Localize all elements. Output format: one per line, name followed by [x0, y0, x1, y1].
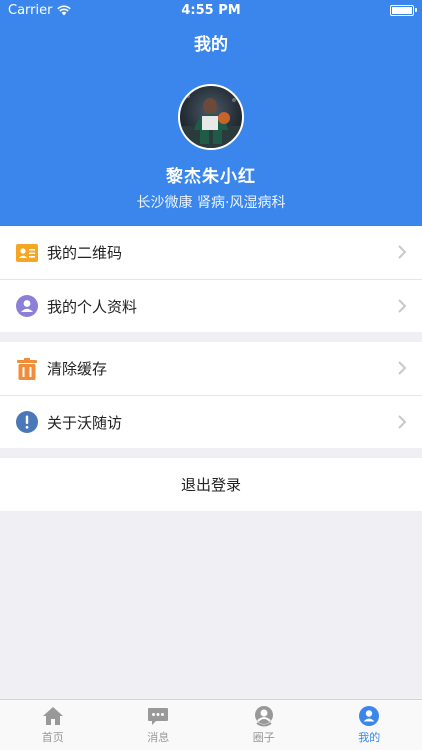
menu-label: 关于沃随访 — [47, 413, 123, 432]
qrcode-card-icon — [16, 242, 38, 264]
logout-button[interactable]: 退出登录 — [0, 458, 422, 511]
logout-group: 退出登录 — [0, 458, 422, 511]
chevron-right-icon — [398, 415, 406, 429]
chevron-right-icon — [398, 299, 406, 313]
tab-me[interactable]: 我的 — [317, 700, 422, 750]
avatar[interactable] — [178, 84, 244, 150]
status-bar: Carrier 4:55 PM — [0, 0, 422, 22]
tab-bar: 首页 消息 圈子 我的 — [0, 699, 422, 750]
tab-label: 我的 — [358, 731, 381, 744]
tab-label: 首页 — [41, 731, 64, 744]
info-icon — [16, 411, 38, 433]
user-name: 黎杰朱小红 — [166, 167, 256, 187]
chevron-right-icon — [398, 361, 406, 375]
me-icon — [359, 706, 380, 726]
tab-label: 圈子 — [252, 731, 275, 744]
message-icon — [148, 708, 169, 725]
chevron-right-icon — [398, 245, 406, 259]
menu-item-qrcode[interactable]: 我的二维码 — [0, 226, 422, 279]
page-title: 我的 — [194, 35, 228, 55]
menu-group-profile: 我的二维码 我的个人资料 — [0, 226, 422, 332]
profile-icon — [16, 295, 38, 317]
menu-item-clear-cache[interactable]: 清除缓存 — [0, 342, 422, 395]
tab-messages[interactable]: 消息 — [106, 700, 212, 750]
trash-icon — [16, 357, 38, 380]
status-time: 4:55 PM — [181, 3, 241, 18]
battery-icon — [390, 5, 417, 16]
avatar-image — [180, 94, 242, 148]
menu-group-settings: 清除缓存 关于沃随访 — [0, 342, 422, 448]
menu-label: 我的个人资料 — [47, 297, 138, 316]
circle-icon — [254, 706, 273, 727]
user-organization: 长沙微康 肾病·风湿病科 — [136, 195, 286, 211]
menu-item-about[interactable]: 关于沃随访 — [0, 395, 422, 448]
profile-header: Carrier 4:55 PM 我的 黎杰朱小红 长沙微康 肾病·风湿病科 — [0, 0, 422, 226]
tab-circle[interactable]: 圈子 — [211, 700, 317, 750]
menu-item-profile[interactable]: 我的个人资料 — [0, 279, 422, 332]
menu-label: 清除缓存 — [47, 360, 108, 378]
tab-label: 消息 — [147, 731, 170, 744]
tab-home[interactable]: 首页 — [0, 700, 106, 750]
menu-label: 我的二维码 — [47, 244, 123, 262]
home-icon — [42, 707, 63, 725]
